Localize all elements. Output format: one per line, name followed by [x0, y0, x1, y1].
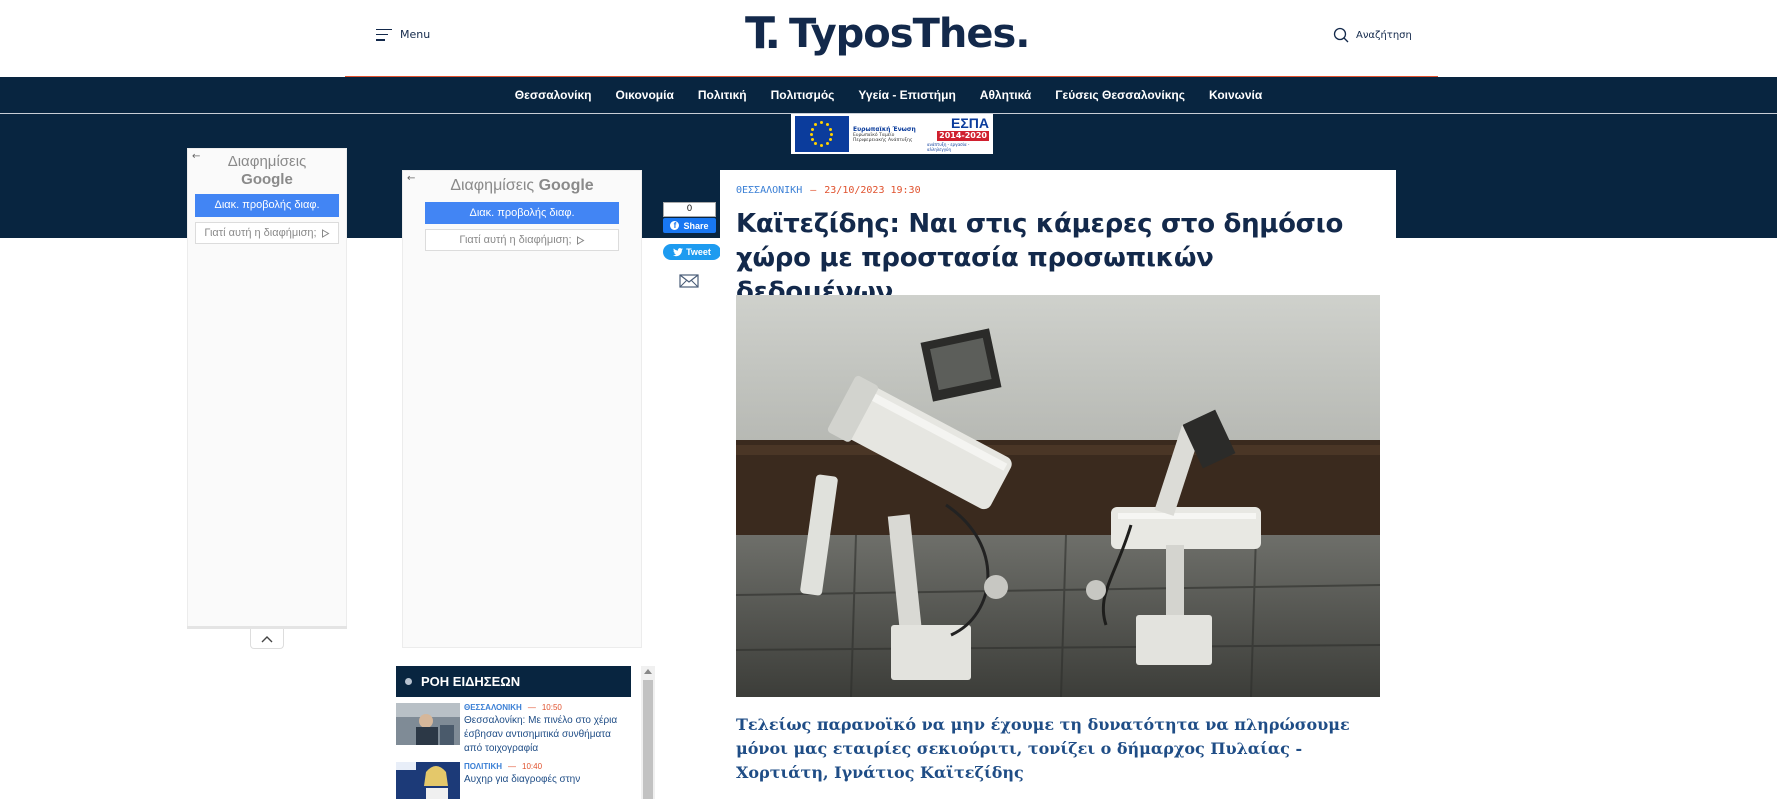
news-title: Θεσσαλονίκη: Με πινέλο στο χέρια έσβησαν…	[464, 715, 618, 754]
meta-separator: —	[810, 185, 817, 196]
ad-slot-center: ← Διαφημίσεις Google Διακ. προβολής διαφ…	[402, 170, 642, 648]
nav-item-thessaloniki[interactable]: Θεσσαλονίκη	[515, 88, 592, 102]
eu-text: Ευρωπαϊκή Ένωση Ευρωπαϊκό Ταμείο Περιφερ…	[853, 125, 916, 143]
main-nav: Θεσσαλονίκη Οικονομία Πολιτική Πολιτισμό…	[0, 77, 1777, 113]
hamburger-icon	[376, 28, 392, 41]
nav-item-health[interactable]: Υγεία - Επιστήμη	[858, 88, 955, 102]
back-arrow-icon[interactable]: ←	[192, 151, 200, 162]
menu-label: Menu	[400, 28, 431, 41]
news-feed-header: ΡΟΗ ΕΙΔΗΣΕΩΝ	[396, 666, 631, 697]
news-time: 10:50	[541, 703, 562, 712]
facebook-share-label: Share	[683, 220, 709, 231]
menu-button[interactable]: Menu	[376, 28, 430, 41]
nav-item-culture[interactable]: Πολιτισμός	[771, 88, 835, 102]
news-feed: ΡΟΗ ΕΙΔΗΣΕΩΝ ΘΕΣΣΑΛΟΝΙΚΗ — 10:50 Θεσσαλο…	[396, 666, 631, 799]
article-headline: Καϊτεζίδης: Ναι στις κάμερες στο δημόσιο…	[736, 209, 1344, 307]
security-cameras-image	[736, 295, 1380, 697]
play-icon	[576, 235, 585, 245]
news-category: ΘΕΣΣΑΛΟΝΙΚΗ	[464, 703, 522, 712]
ad-title: Διαφημίσεις Google	[227, 153, 307, 188]
scrollbar-thumb[interactable]	[643, 680, 653, 799]
search-button[interactable]: Αναζήτηση	[1333, 27, 1412, 43]
news-feed-scrollbar[interactable]	[641, 666, 655, 799]
article-photo	[736, 295, 1380, 697]
email-icon[interactable]	[679, 274, 699, 288]
collapse-ad-button[interactable]	[250, 629, 284, 649]
nav-item-politics[interactable]: Πολιτική	[698, 88, 747, 102]
news-feed-title: ΡΟΗ ΕΙΔΗΣΕΩΝ	[421, 674, 521, 689]
nav-item-sports[interactable]: Αθλητικά	[980, 88, 1032, 102]
ad-slot-left: ← Διαφημίσεις Google Διακ. προβολής διαφ…	[187, 148, 347, 628]
nav-item-economy[interactable]: Οικονομία	[616, 88, 674, 102]
share-bar: 0 f Share Tweet	[663, 202, 721, 292]
facebook-icon: f	[670, 221, 680, 230]
tweet-button[interactable]: Tweet	[663, 244, 721, 260]
news-feed-item[interactable]: ΘΕΣΣΑΛΟΝΙΚΗ — 10:50 Θεσσαλονίκη: Με πινέ…	[396, 703, 631, 756]
tweet-label: Tweet	[686, 247, 711, 257]
eu-flag-icon	[795, 116, 849, 152]
site-header: Menu T. TyposThes. Αναζήτηση	[0, 0, 1777, 77]
news-title: Αυχηρ για διαγροφές στην	[464, 774, 581, 785]
ad-why-button[interactable]: Γιατί αυτή η διαφήμιση;	[195, 222, 339, 244]
espa-banner[interactable]: Ευρωπαϊκή Ένωση Ευρωπαϊκό Ταμείο Περιφερ…	[791, 114, 993, 154]
article-lead: Τελείως παρανοϊκό να μην έχουμε τη δυνατ…	[736, 715, 1350, 782]
meta-separator: —	[508, 762, 517, 771]
play-icon	[321, 228, 330, 238]
ad-settings-button[interactable]: Διακ. προβολής διαφ.	[425, 202, 619, 224]
logo-text: TyposThes.	[789, 11, 1030, 57]
site-logo[interactable]: T. TyposThes.	[745, 8, 1030, 59]
meta-separator: —	[527, 703, 536, 712]
search-icon	[1333, 27, 1349, 43]
news-thumbnail	[396, 703, 460, 745]
article-category[interactable]: ΘΕΣΣΑΛΟΝΙΚΗ	[736, 185, 802, 196]
facebook-share-count: 0	[663, 202, 716, 217]
scroll-up-arrow-icon[interactable]	[644, 669, 652, 674]
ad-settings-button[interactable]: Διακ. προβολής διαφ.	[195, 194, 339, 217]
logo-mark: T.	[745, 8, 781, 59]
back-arrow-icon[interactable]: ←	[407, 173, 415, 184]
ad-title: Διαφημίσεις Google	[450, 177, 594, 194]
search-label: Αναζήτηση	[1356, 29, 1412, 41]
facebook-share-button[interactable]: f Share	[663, 218, 716, 233]
news-feed-item[interactable]: ΠΟΛΙΤΙΚΗ — 10:40 Αυχηρ για διαγροφές στη…	[396, 762, 631, 799]
nav-item-food[interactable]: Γεύσεις Θεσσαλονίκης	[1055, 88, 1185, 102]
espa-logo: ΕΣΠΑ 2014-2020 ανάπτυξη - εργασία - αλλη…	[927, 115, 989, 152]
twitter-bird-icon	[673, 247, 684, 256]
news-thumbnail	[396, 762, 460, 799]
news-time: 10:40	[522, 762, 543, 771]
article-meta: ΘΕΣΣΑΛΟΝΙΚΗ — 23/10/2023 19:30	[736, 185, 921, 196]
nav-item-society[interactable]: Κοινωνία	[1209, 88, 1262, 102]
article-date: 23/10/2023 19:30	[824, 185, 921, 196]
chevron-up-icon	[261, 635, 273, 642]
bullet-icon	[405, 678, 412, 685]
ad-why-button[interactable]: Γιατί αυτή η διαφήμιση;	[425, 229, 619, 251]
news-category: ΠΟΛΙΤΙΚΗ	[464, 762, 503, 771]
article: ΘΕΣΣΑΛΟΝΙΚΗ — 23/10/2023 19:30 Καϊτεζίδη…	[720, 170, 1396, 799]
